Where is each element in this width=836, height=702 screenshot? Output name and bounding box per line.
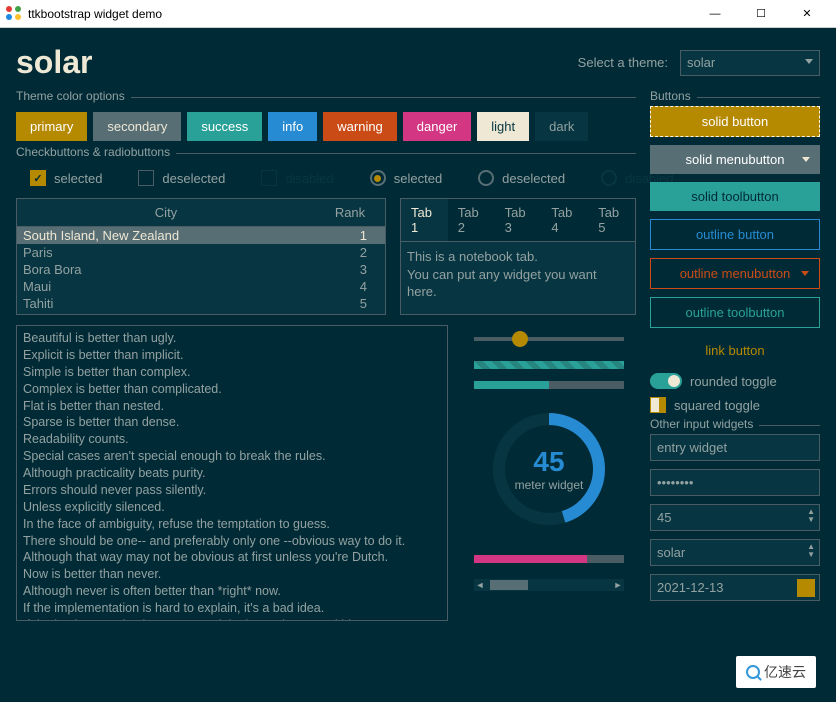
notebook: Tab 1 Tab 2 Tab 3 Tab 4 Tab 5 This is a … bbox=[400, 198, 636, 315]
theme-combobox-value: solar bbox=[687, 55, 715, 70]
calendar-icon[interactable] bbox=[797, 579, 815, 597]
progressbar-danger bbox=[474, 555, 624, 563]
checkbuttons-label: Checkbuttons & radiobuttons bbox=[16, 145, 176, 159]
secondary-button[interactable]: secondary bbox=[93, 112, 181, 141]
tab-content: This is a notebook tab. You can put any … bbox=[401, 242, 635, 314]
text-widget[interactable]: Beautiful is better than ugly.Explicit i… bbox=[16, 325, 448, 621]
buttons-group-label: Buttons bbox=[650, 89, 697, 103]
arrow-left-icon[interactable]: ◄ bbox=[474, 579, 486, 591]
arrow-down-icon[interactable]: ▼ bbox=[807, 551, 815, 559]
success-button[interactable]: success bbox=[187, 112, 262, 141]
radio-disabled bbox=[601, 170, 617, 186]
rounded-toggle[interactable] bbox=[650, 373, 682, 389]
meter-widget[interactable]: 45meter widget bbox=[489, 409, 609, 529]
chevron-down-icon bbox=[802, 157, 810, 162]
radio-deselected-label: deselected bbox=[502, 171, 565, 186]
color-options-label: Theme color options bbox=[16, 89, 131, 103]
select-theme-label: Select a theme: bbox=[578, 55, 668, 70]
watermark: 亿速云 bbox=[736, 656, 816, 688]
tree-row[interactable]: Tahiti5 bbox=[17, 295, 385, 312]
outline-button[interactable]: outline button bbox=[650, 219, 820, 250]
tab-4[interactable]: Tab 4 bbox=[541, 199, 588, 241]
checkbox-disabled-label: disabled bbox=[285, 171, 333, 186]
scrollbar-thumb[interactable] bbox=[490, 580, 528, 590]
tree-row[interactable]: South Island, New Zealand1 bbox=[17, 227, 385, 244]
dark-button[interactable]: dark bbox=[535, 112, 588, 141]
progressbar-striped bbox=[474, 361, 624, 369]
tab-3[interactable]: Tab 3 bbox=[495, 199, 542, 241]
primary-button[interactable]: primary bbox=[16, 112, 87, 141]
link-button[interactable]: link button bbox=[650, 336, 820, 365]
minimize-button[interactable]: — bbox=[692, 0, 738, 28]
spinbox[interactable]: 45▲▼ bbox=[650, 504, 820, 531]
tree-row[interactable]: Bora Bora3 bbox=[17, 261, 385, 278]
inputs-group-label: Other input widgets bbox=[650, 417, 759, 431]
theme-combobox[interactable]: solar bbox=[680, 50, 820, 76]
chevron-down-icon bbox=[805, 59, 813, 64]
treeview[interactable]: City Rank South Island, New Zealand1 Par… bbox=[16, 198, 386, 315]
app-icon bbox=[6, 6, 22, 22]
warning-button[interactable]: warning bbox=[323, 112, 397, 141]
scale-slider[interactable] bbox=[474, 329, 624, 349]
radio-selected[interactable] bbox=[370, 170, 386, 186]
light-button[interactable]: light bbox=[477, 112, 529, 141]
solid-menubutton[interactable]: solid menubutton bbox=[650, 145, 820, 174]
checkbox-deselected-label: deselected bbox=[162, 171, 225, 186]
tree-row[interactable]: Maui4 bbox=[17, 278, 385, 295]
outline-menubutton[interactable]: outline menubutton bbox=[650, 258, 820, 289]
squared-toggle-label: squared toggle bbox=[674, 398, 760, 413]
checkbox-selected[interactable]: ✓ bbox=[30, 170, 46, 186]
rounded-toggle-label: rounded toggle bbox=[690, 374, 777, 389]
maximize-button[interactable]: ☐ bbox=[738, 0, 784, 28]
progressbar bbox=[474, 381, 624, 389]
radio-selected-label: selected bbox=[394, 171, 442, 186]
close-button[interactable]: ✕ bbox=[784, 0, 830, 28]
slider-thumb-icon[interactable] bbox=[512, 331, 528, 347]
entry-widget[interactable]: entry widget bbox=[650, 434, 820, 461]
meter-label: meter widget bbox=[515, 478, 584, 492]
solid-toolbutton[interactable]: solid toolbutton bbox=[650, 182, 820, 211]
tab-1[interactable]: Tab 1 bbox=[401, 199, 448, 241]
window-title: ttkbootstrap widget demo bbox=[28, 7, 162, 21]
titlebar: ttkbootstrap widget demo — ☐ ✕ bbox=[0, 0, 836, 28]
tree-header-rank[interactable]: Rank bbox=[315, 199, 385, 226]
checkbox-deselected[interactable] bbox=[138, 170, 154, 186]
outline-toolbutton[interactable]: outline toolbutton bbox=[650, 297, 820, 328]
combobox-input[interactable]: solar▲▼ bbox=[650, 539, 820, 566]
tab-2[interactable]: Tab 2 bbox=[448, 199, 495, 241]
tree-header-city[interactable]: City bbox=[17, 199, 315, 226]
info-button[interactable]: info bbox=[268, 112, 317, 141]
arrow-down-icon[interactable]: ▼ bbox=[807, 516, 815, 524]
squared-toggle[interactable] bbox=[650, 397, 666, 413]
checkbox-disabled bbox=[261, 170, 277, 186]
solid-button[interactable]: solid button bbox=[650, 106, 820, 137]
checkbox-selected-label: selected bbox=[54, 171, 102, 186]
meter-value: 45 bbox=[533, 446, 564, 478]
date-entry[interactable]: 2021-12-13 bbox=[650, 574, 820, 601]
danger-button[interactable]: danger bbox=[403, 112, 471, 141]
arrow-right-icon[interactable]: ► bbox=[612, 579, 624, 591]
logo-icon bbox=[746, 665, 760, 679]
tab-5[interactable]: Tab 5 bbox=[588, 199, 635, 241]
radio-deselected[interactable] bbox=[478, 170, 494, 186]
theme-heading: solar bbox=[16, 44, 92, 81]
scrollbar[interactable]: ◄► bbox=[474, 579, 624, 591]
password-entry[interactable]: •••••••• bbox=[650, 469, 820, 496]
tree-row[interactable]: Paris2 bbox=[17, 244, 385, 261]
chevron-down-icon bbox=[801, 271, 809, 276]
